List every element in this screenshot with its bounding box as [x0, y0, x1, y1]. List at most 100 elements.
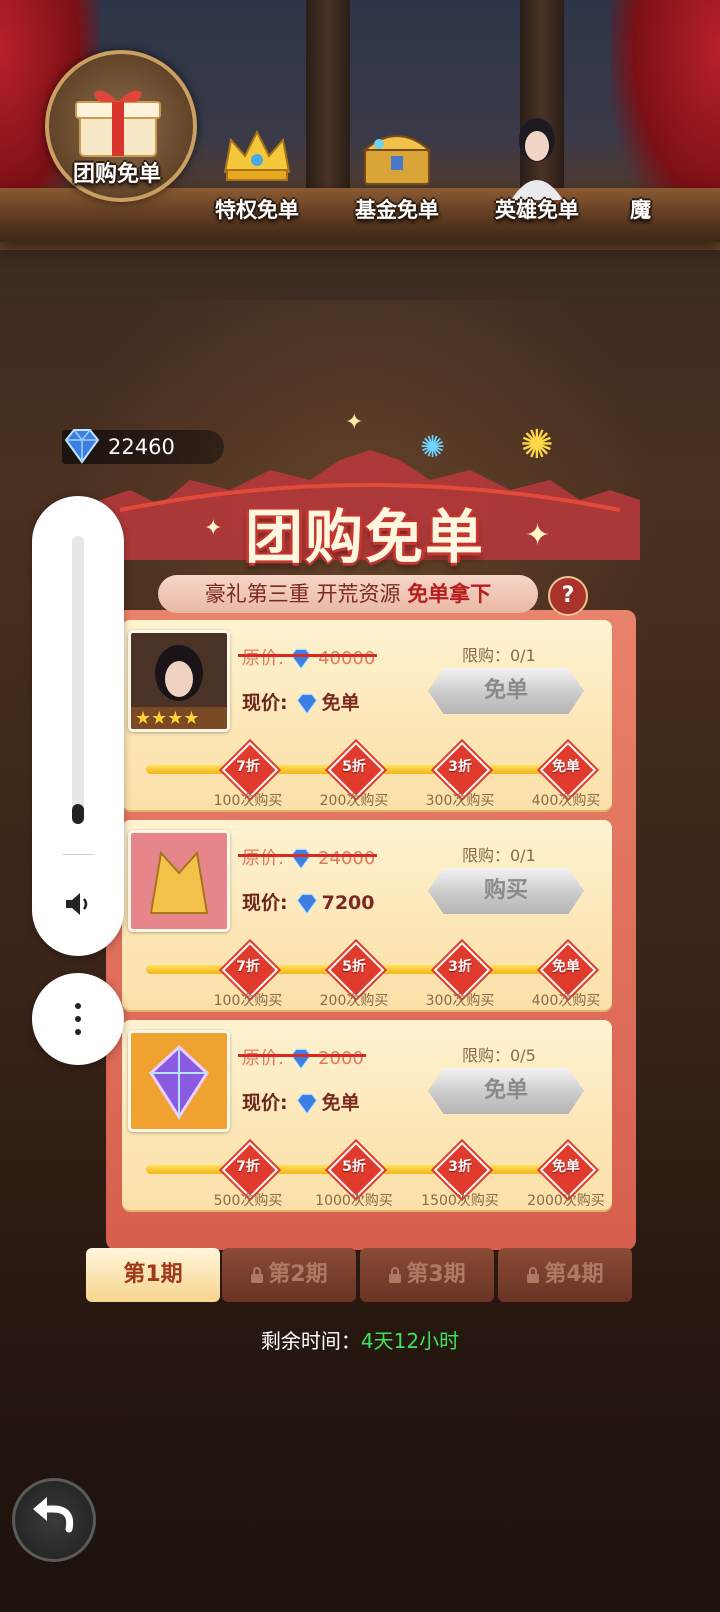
milestone-count: 1000次购买 — [315, 1193, 393, 1209]
purchase-limit: 限购：0/1 — [462, 646, 536, 665]
original-price-label: 原价: — [242, 848, 285, 869]
current-price: 现价: 7200 — [242, 888, 375, 915]
period-tab-4[interactable]: 第4期 — [498, 1248, 632, 1302]
milestone-count: 200次购买 — [319, 993, 389, 1009]
strikethrough — [238, 654, 378, 657]
period-label: 第3期 — [406, 1262, 466, 1287]
sparkle-icon: ✦ — [204, 516, 223, 541]
strikethrough — [238, 1054, 366, 1057]
milestone-count: 2000次购买 — [527, 1193, 605, 1209]
more-options-button[interactable] — [32, 973, 124, 1065]
period-label: 第2期 — [268, 1262, 328, 1287]
original-price-value: 2000 — [318, 1048, 364, 1069]
milestone-count: 400次购买 — [531, 793, 601, 809]
gift-box-icon — [70, 80, 166, 160]
diamond-icon — [290, 848, 312, 870]
back-arrow-icon — [33, 1497, 74, 1533]
milestone-discount: 7折 — [236, 1159, 260, 1175]
hero-stars: ★★★★ — [135, 708, 200, 729]
period-tab-1[interactable]: 第1期 — [86, 1248, 220, 1302]
crown-icon — [223, 129, 291, 181]
current-price-label: 现价: — [242, 892, 288, 914]
purchase-limit: 限购：0/1 — [462, 846, 536, 865]
hero-portrait-icon — [511, 118, 563, 200]
purchase-button[interactable]: 免单 — [428, 1068, 584, 1114]
help-button[interactable]: ? — [548, 576, 588, 616]
speaker-icon[interactable] — [62, 888, 94, 920]
milestone-count: 500次购买 — [213, 1193, 283, 1209]
tab-hero[interactable]: 英雄免单 — [472, 56, 602, 226]
milestone-count: 1500次购买 — [421, 1193, 499, 1209]
divider — [62, 854, 94, 855]
milestone-count: 100次购买 — [213, 793, 283, 809]
purchase-button[interactable]: 免单 — [428, 668, 584, 714]
original-price-value: 40000 — [318, 648, 376, 669]
original-price: 原价: 24000 — [238, 844, 378, 870]
period-tab-3[interactable]: 第3期 — [360, 1248, 494, 1302]
tab-privilege-label: 特权免单 — [215, 198, 299, 222]
milestone-discount: 5折 — [342, 759, 366, 775]
current-price-label: 现价: — [242, 692, 288, 714]
milestone-count: 400次购买 — [531, 993, 601, 1009]
tab-fund[interactable]: 基金免单 — [332, 56, 462, 226]
lock-icon — [527, 1267, 540, 1283]
milestone-discount: 7折 — [236, 959, 260, 975]
period-label: 第4期 — [544, 1262, 604, 1287]
back-button[interactable] — [12, 1478, 96, 1562]
period-label: 第1期 — [123, 1262, 183, 1287]
milestone-discount: 免单 — [552, 959, 580, 975]
panel-subtitle: 豪礼第三重 开荒资源 免单拿下 — [158, 575, 538, 613]
original-price: 原价: 40000 — [238, 644, 378, 670]
current-price-value: 免单 — [321, 1092, 360, 1114]
diamond-icon — [296, 1093, 318, 1115]
tab-hero-label: 英雄免单 — [495, 198, 579, 222]
diamond-icon — [290, 1048, 312, 1070]
current-price: 现价: 免单 — [242, 688, 360, 715]
golden-armor-icon[interactable] — [128, 830, 230, 932]
purchase-limit: 限购：0/5 — [462, 1046, 536, 1065]
milestone-discount: 5折 — [342, 1159, 366, 1175]
tab-partial[interactable]: 魔 — [612, 56, 720, 226]
milestone-discount: 免单 — [552, 1159, 580, 1175]
tab-group-buy-label[interactable]: 团购免单 — [45, 156, 189, 188]
original-price-label: 原价: — [242, 1048, 285, 1069]
original-price-value: 24000 — [318, 848, 376, 869]
diamond-icon — [296, 693, 318, 715]
milestone-count: 200次购买 — [319, 793, 389, 809]
crystal-gem-icon[interactable] — [128, 1030, 230, 1132]
timer-label: 剩余时间： — [260, 1329, 361, 1353]
lock-icon — [389, 1267, 402, 1283]
subtitle-prefix: 豪礼第三重 开荒资源 — [204, 582, 401, 606]
current-price: 现价: 免单 — [242, 1088, 360, 1115]
milestone-discount: 3折 — [448, 959, 472, 975]
hero-card-icon[interactable]: ★★★★ — [128, 630, 230, 732]
item-card: 原价: 2000 现价: 免单 限购：0/5 免单 7折 500次购买 5折 1000次购买 3折 1… — [122, 1020, 612, 1210]
tab-privilege[interactable]: 特权免单 — [192, 56, 322, 226]
more-dot — [75, 1016, 81, 1022]
strikethrough — [238, 854, 378, 857]
volume-level[interactable] — [72, 804, 84, 824]
current-price-label: 现价: — [242, 1092, 288, 1114]
tab-partial-label: 魔 — [630, 198, 651, 222]
original-price: 原价: 2000 — [238, 1044, 366, 1070]
remaining-time: 剩余时间：4天12小时 — [0, 1325, 720, 1354]
diamond-icon — [296, 893, 318, 915]
purchase-button[interactable]: 购买 — [428, 868, 584, 914]
milestone-discount: 7折 — [236, 759, 260, 775]
sparkle-icon: ✦ — [525, 518, 551, 553]
volume-slider[interactable] — [72, 536, 84, 824]
milestone-discount: 5折 — [342, 959, 366, 975]
period-tab-2[interactable]: 第2期 — [222, 1248, 356, 1302]
item-card: ★★★★ 原价: 40000 现价: 免单 限购：0/1 免单 7折 100次购买 5折 200次购… — [122, 620, 612, 810]
item-card: 原价: 24000 现价: 7200 限购：0/1 购买 7折 100次购买 5折 200次购买 3… — [122, 820, 612, 1010]
panel-title: 团购免单 — [244, 503, 485, 571]
milestone-discount: 免单 — [552, 759, 580, 775]
milestone-discount: 3折 — [448, 1159, 472, 1175]
milestone-count: 300次购买 — [425, 793, 495, 809]
milestone-count: 300次购买 — [425, 993, 495, 1009]
treasure-chest-icon — [362, 135, 432, 185]
diamond-icon — [64, 429, 100, 464]
more-dot — [75, 1003, 81, 1009]
tab-fund-label: 基金免单 — [355, 198, 439, 222]
diamond-icon — [290, 648, 312, 670]
